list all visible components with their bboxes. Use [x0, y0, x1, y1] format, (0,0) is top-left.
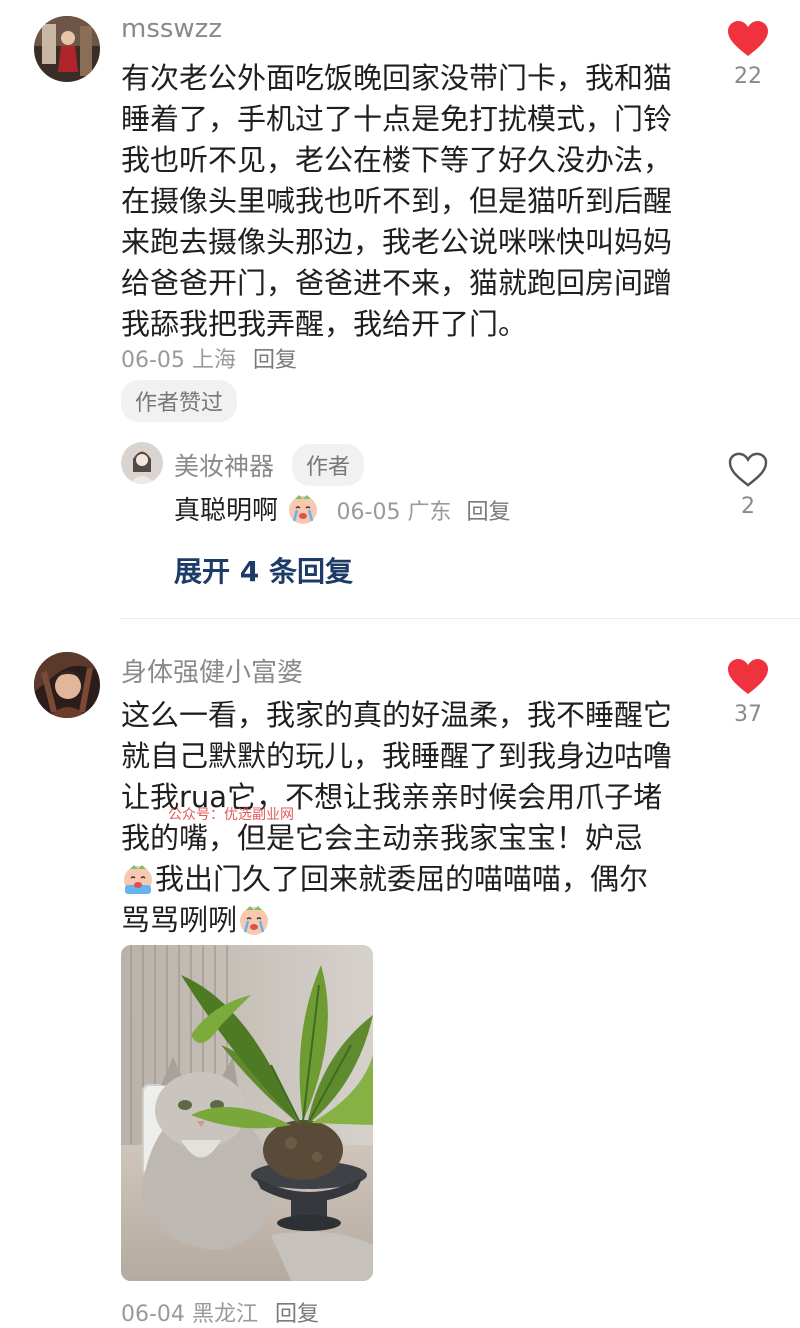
reply-reply-button[interactable]: 回复 — [467, 500, 511, 525]
comment-meta: 06-05 上海 回复 — [121, 342, 297, 374]
reply-location: 广东 — [407, 500, 452, 525]
text-line-content: 我出门久了回来就委屈的喵喵喵，偶尔 — [155, 862, 649, 896]
username[interactable]: msswzz — [121, 14, 222, 44]
reply-text: 真聪明啊 — [174, 496, 279, 526]
watermark: 公众号：优选副业网 — [168, 807, 294, 823]
reply-username[interactable]: 美妆神器 — [174, 447, 274, 483]
reply-button[interactable]: 回复 — [275, 1302, 319, 1327]
like-count: 22 — [734, 64, 762, 89]
reply-button[interactable]: 回复 — [253, 348, 297, 373]
heart-outline-icon — [728, 452, 768, 487]
author-badge: 作者 — [292, 444, 365, 486]
reply-like-count: 2 — [741, 494, 755, 519]
comment-text: 有次老公外面吃饭晚回家没带门卡，我和猫 睡着了，手机过了十点是免打扰模式，门铃 … — [121, 61, 673, 341]
avatar[interactable] — [34, 652, 100, 718]
expand-replies-link[interactable]: 展开 4 条回复 — [174, 550, 353, 590]
avatar[interactable] — [34, 16, 100, 82]
cat-plant-photo[interactable] — [121, 945, 373, 1281]
crying-face-icon — [240, 906, 269, 935]
reply-meta: 06-05 广东 回复 — [337, 500, 511, 525]
reply-date: 06-05 — [336, 500, 401, 525]
divider — [120, 618, 800, 619]
text-line: 我的嘴，但是它会主动亲我家宝宝！妒忌 — [121, 821, 644, 855]
comment-1: msswzz 有次老公外面吃饭晚回家没带门卡，我和猫 睡着了，手机过了十点是免打… — [0, 0, 800, 610]
comment-location: 黑龙江 — [191, 1302, 258, 1327]
text-line-content: 骂骂咧咧 — [121, 903, 238, 937]
comment-location: 上海 — [191, 348, 236, 373]
like-count: 37 — [734, 702, 762, 727]
text-line: 这么一看，我家的真的好温柔，我不睡醒它 — [121, 698, 673, 732]
like-button[interactable]: 22 — [718, 20, 778, 89]
reply-like-button[interactable]: 2 — [718, 452, 778, 519]
comment-date: 06-05 — [121, 348, 185, 373]
reply-row: 真聪明啊 06-05 广东 回复 — [174, 490, 511, 527]
comment-date: 06-04 — [121, 1302, 185, 1327]
crying-face-icon — [124, 865, 152, 894]
like-button[interactable]: 37 — [718, 658, 778, 727]
comment-text: 这么一看，我家的真的好温柔，我不睡醒它 就自己默默的玩儿，我睡醒了到我身边咕噜 … — [121, 695, 711, 941]
heart-filled-icon — [728, 21, 768, 56]
username[interactable]: 身体强健小富婆 — [121, 652, 303, 689]
author-liked-tag: 作者赞过 — [121, 380, 238, 422]
heart-filled-icon — [728, 659, 768, 694]
text-line: 就自己默默的玩儿，我睡醒了到我身边咕噜 — [121, 739, 673, 773]
comment-meta: 06-04 黑龙江 回复 — [121, 1296, 319, 1328]
crying-face-icon — [289, 495, 318, 524]
text-line: 我出门久了回来就委屈的喵喵喵，偶尔 — [121, 859, 711, 900]
reply-avatar[interactable] — [121, 442, 163, 484]
text-line: 骂骂咧咧 — [121, 900, 711, 941]
text-line: 让我rua它，不想让我亲亲时候会用爪子堵 — [121, 780, 663, 814]
